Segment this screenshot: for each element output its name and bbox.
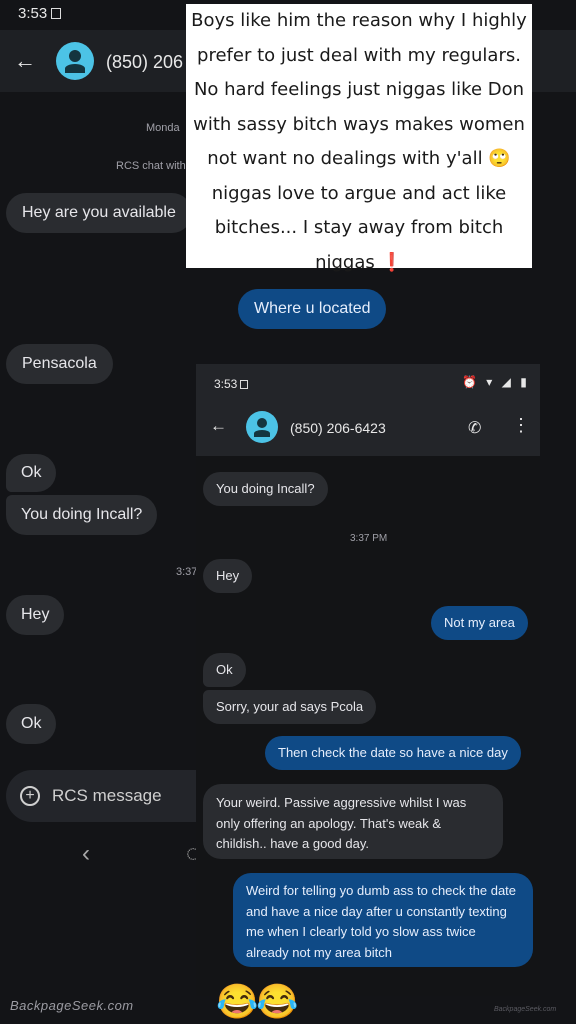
message-bubble[interactable]: Ok [6, 704, 57, 744]
contact-name: (850) 206 [106, 52, 184, 72]
phone-call-icon[interactable]: ✆ [468, 418, 481, 438]
person-icon [69, 50, 81, 62]
message-bubble[interactable]: Hey are you available [6, 193, 192, 233]
caption-line: niggas ❗ [315, 251, 403, 273]
message-bubble[interactable]: Not my area [431, 606, 528, 640]
rcs-message-input[interactable]: RCS message [52, 786, 162, 806]
message-bubble[interactable]: Ok [6, 454, 57, 492]
message-bubble[interactable]: Then check the date so have a nice day [265, 736, 521, 770]
rcs-chat-label: RCS chat with [116, 160, 186, 172]
contact-avatar[interactable] [56, 42, 94, 80]
watermark: BackpageSeek.com [10, 998, 134, 1013]
more-options-icon[interactable]: ⋮ [512, 416, 530, 434]
back-arrow-icon[interactable]: ← [14, 48, 36, 74]
message-bubble[interactable]: You doing Incall? [203, 472, 328, 506]
status-icons: ⏰ ▾ ◢ ▮ [462, 375, 530, 389]
notification-icon [51, 8, 62, 19]
status-bar: 3:53 [18, 5, 62, 22]
overlay-status-time: 3:53 [214, 377, 238, 391]
message-bubble[interactable]: Sorry, your ad says Pcola [203, 690, 377, 724]
message-bubble[interactable]: Pensacola [6, 344, 113, 384]
overlay-contact-name: (850) 206-6423 [290, 420, 386, 436]
message-bubble[interactable]: Hey [6, 595, 65, 635]
watermark-small: BackpageSeek.com [494, 1006, 557, 1013]
caption-line: bitches... I stay away from bitch [214, 217, 504, 238]
caption-line: with sassy bitch ways makes women [193, 113, 525, 135]
message-time: 3:37 [176, 566, 198, 578]
notification-icon [240, 379, 249, 389]
message-time: 3:37 PM [350, 533, 388, 544]
person-icon [257, 418, 267, 428]
caption-line: not want no dealings with y'all 🙄 [207, 148, 511, 169]
overlay-status-bar: 3:53 [214, 377, 249, 391]
caption-line: Boys like him the reason why I highly [191, 10, 527, 31]
message-bubble[interactable]: Hey [203, 559, 253, 593]
emoji-reaction: 😂😂 [216, 983, 299, 1021]
message-bubble[interactable]: Where u located [238, 289, 386, 329]
caption-line: No hard feelings just niggas like Don [193, 79, 525, 100]
contact-avatar[interactable] [246, 411, 278, 443]
message-bubble[interactable]: Your weird. Passive aggressive whilst I … [203, 784, 503, 859]
caption-line: prefer to just deal with my regulars. [197, 44, 521, 66]
date-label: Monda [146, 122, 180, 134]
caption-box: Boys like him the reason why I highly pr… [186, 4, 532, 273]
status-time: 3:53 [18, 5, 48, 22]
nav-back-icon[interactable]: ‹ [82, 840, 90, 868]
message-bubble[interactable]: Ok [203, 653, 246, 687]
back-arrow-icon[interactable]: ← [210, 416, 227, 436]
caption-line: niggas love to argue and act like [211, 182, 507, 204]
add-attachment-icon[interactable]: + [20, 786, 40, 806]
message-bubble[interactable]: Weird for telling yo dumb ass to check t… [233, 873, 533, 967]
message-bubble[interactable]: You doing Incall? [6, 495, 158, 535]
